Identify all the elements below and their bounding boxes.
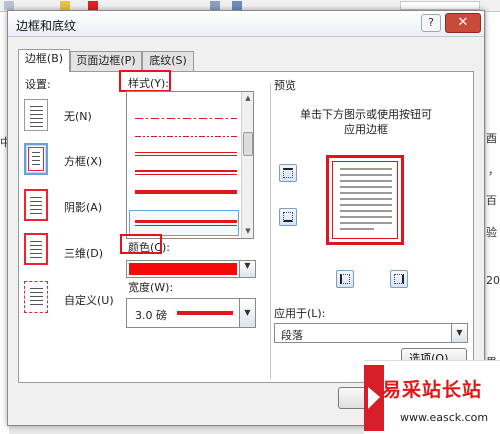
style-gallery[interactable] — [400, 1, 480, 10]
left-border-icon — [340, 274, 350, 284]
apply-to-dropdown[interactable]: 段落 ▼ — [274, 323, 468, 343]
highlight-icon[interactable] — [60, 1, 70, 10]
annotation-highlight-box — [119, 70, 171, 92]
preview-border-outer — [326, 155, 404, 245]
scroll-up-icon[interactable]: ▲ — [243, 93, 253, 103]
preview-label: 预览 — [274, 79, 296, 92]
watermark-title: 易采站长站 — [382, 379, 483, 401]
help-button[interactable]: ? — [421, 14, 441, 32]
setting-3d-label[interactable]: 三维(D) — [64, 245, 103, 261]
tab-page-border[interactable]: 页面边框(P) — [70, 51, 142, 71]
preview-hint-line: 应用边框 — [344, 123, 388, 136]
settings-label: 设置: — [25, 78, 51, 91]
left-border-button[interactable] — [336, 270, 354, 288]
setting-box-icon[interactable] — [24, 143, 48, 175]
line-style-option[interactable] — [135, 220, 237, 226]
document-text: ， — [488, 164, 499, 177]
document-text: 百 — [486, 194, 497, 207]
watermark-url: www.easck.com — [400, 411, 489, 424]
watermark-logo-icon — [364, 365, 384, 431]
chevron-down-icon[interactable]: ▼ — [239, 261, 255, 277]
annotation-highlight-box — [120, 234, 162, 254]
document-text: 20 — [486, 274, 500, 287]
site-watermark: 易采站长站 www.easck.com — [364, 360, 500, 434]
document-text: 酉 — [486, 132, 497, 145]
width-value: 3.0 磅 — [135, 309, 167, 322]
width-label: 宽度(W): — [128, 281, 174, 294]
bottom-border-button[interactable] — [279, 208, 297, 226]
style-list-scrollbar[interactable]: ▲ ▼ — [241, 92, 253, 238]
setting-none-icon[interactable] — [24, 99, 48, 131]
line-style-option[interactable] — [135, 136, 237, 137]
width-sample-line — [177, 311, 233, 315]
line-style-list[interactable]: ▲ ▼ — [126, 91, 254, 239]
right-border-button[interactable] — [390, 270, 408, 288]
scroll-thumb[interactable] — [243, 132, 253, 156]
tab-shading[interactable]: 底纹(S) — [142, 51, 194, 71]
align-icon[interactable] — [210, 1, 220, 10]
right-border-icon — [394, 274, 404, 284]
apply-to-value: 段落 — [281, 329, 303, 342]
toolbar-icon[interactable] — [4, 1, 14, 10]
line-style-option[interactable] — [135, 152, 237, 156]
tab-borders[interactable]: 边框(B) — [18, 49, 70, 72]
preview-hint: 单击下方图示或使用按钮可 应用边框 — [276, 107, 456, 137]
dialog-titlebar[interactable]: 边框和底纹 ? ✕ — [8, 11, 484, 37]
preview-border-inner — [332, 161, 398, 239]
font-color-icon[interactable] — [88, 1, 98, 10]
apply-to-label: 应用于(L): — [274, 307, 326, 320]
scroll-down-icon[interactable]: ▼ — [243, 226, 253, 236]
setting-none-label[interactable]: 无(N) — [64, 108, 92, 124]
chevron-down-icon[interactable]: ▼ — [239, 299, 255, 327]
top-border-icon — [283, 168, 293, 178]
setting-shadow-label[interactable]: 阴影(A) — [64, 199, 102, 215]
document-text: 验 — [486, 226, 497, 239]
setting-shadow-icon[interactable] — [24, 189, 48, 221]
line-style-option[interactable] — [135, 118, 237, 119]
setting-custom-icon[interactable] — [24, 281, 48, 313]
close-button[interactable]: ✕ — [445, 13, 481, 33]
color-dropdown[interactable]: ▼ — [126, 260, 256, 278]
setting-box-label[interactable]: 方框(X) — [64, 153, 102, 169]
line-style-option[interactable] — [135, 190, 237, 194]
setting-custom-label[interactable]: 自定义(U) — [64, 292, 114, 308]
chevron-down-icon[interactable]: ▼ — [451, 324, 467, 342]
line-style-option[interactable] — [135, 170, 237, 175]
setting-3d-icon[interactable] — [24, 233, 48, 265]
width-dropdown[interactable]: 3.0 磅 ▼ — [126, 298, 256, 328]
bottom-border-icon — [283, 212, 293, 222]
border-preview[interactable] — [318, 149, 422, 257]
align-icon[interactable] — [232, 1, 242, 10]
preview-hint-line: 单击下方图示或使用按钮可 — [300, 108, 432, 121]
dialog-title: 边框和底纹 — [16, 19, 77, 33]
top-border-button[interactable] — [279, 164, 297, 182]
panel-divider — [270, 83, 271, 379]
color-swatch — [129, 263, 237, 275]
